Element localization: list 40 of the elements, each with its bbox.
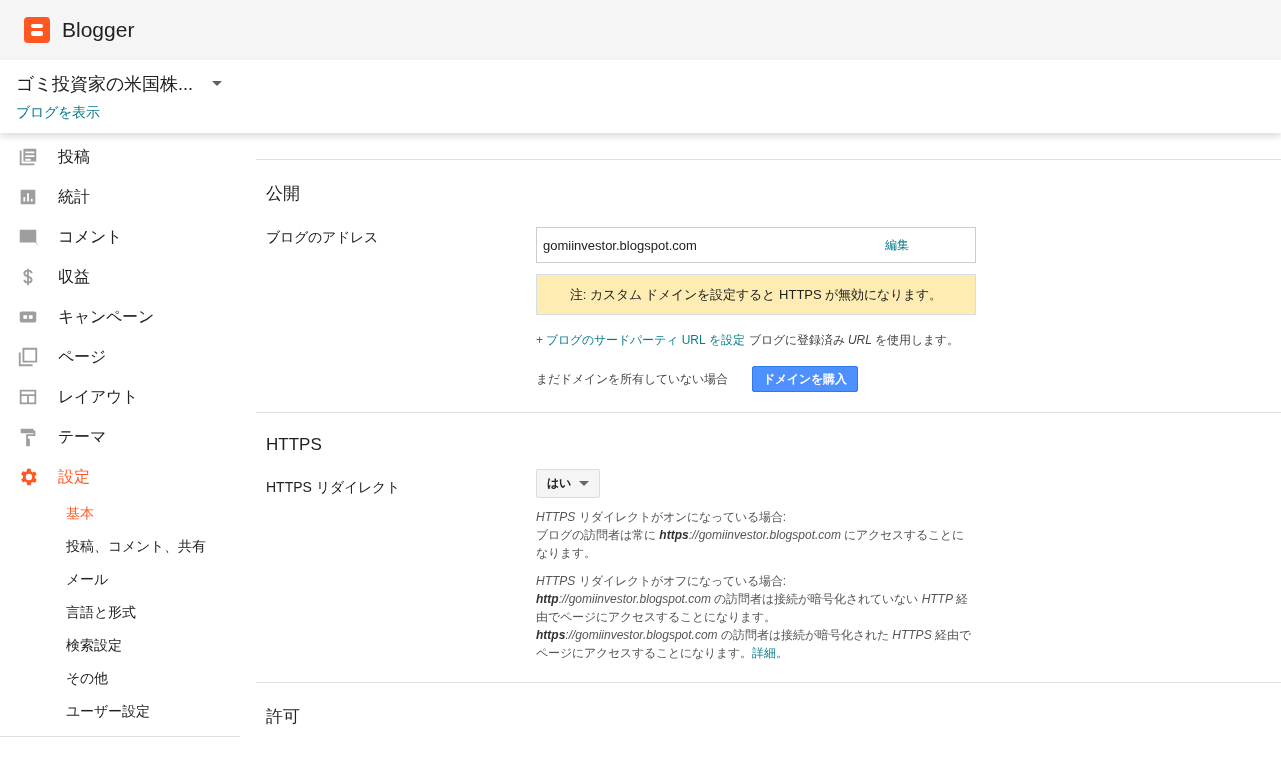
view-blog-link[interactable]: ブログを表示 <box>16 103 100 122</box>
help-text: まだドメインを所有していない場合 <box>536 370 728 388</box>
help-text: ブログに登録済み URL を使用します。 <box>748 332 960 349</box>
field-label: HTTPS リダイレクト <box>266 478 401 497</box>
caret-icon <box>212 81 222 86</box>
sidebar-subitem[interactable]: メール <box>0 563 240 596</box>
section-title: 公開 <box>266 183 301 205</box>
section-title: 許可 <box>266 706 301 728</box>
help-text: https://gomiinvestor.blogspot.com の訪問者は接続が暗号化された HTTPS 経由でページにアクセスすることになります。詳細。 <box>536 627 972 662</box>
app-name: Blogger <box>62 18 135 42</box>
sidebar-subitem[interactable]: 投稿、コメント、共有 <box>0 530 240 563</box>
section-title: HTTPS <box>266 435 323 455</box>
help-text: HTTPS リダイレクトがオンになっている場合: <box>536 509 787 526</box>
address-field[interactable]: gomiinvestor.blogspot.com 編集 <box>536 227 976 263</box>
sidebar-subitem[interactable]: その他 <box>0 662 240 695</box>
blog-title: ゴミ投資家の米国株... <box>16 72 193 96</box>
edit-link[interactable]: 編集 <box>885 236 909 254</box>
warning-note: 注: カスタム ドメインを設定すると HTTPS が無効になります。 <box>536 274 976 315</box>
sidebar-item[interactable]: ページ <box>0 337 240 377</box>
sidebar-item[interactable]: 統計 <box>0 177 240 217</box>
help-text: ブログの訪問者は常に https://gomiinvestor.blogspot.com にアクセスすることになります。 <box>536 527 966 562</box>
sidebar-item[interactable]: キャンペーン <box>0 297 240 337</box>
sidebar-item[interactable]: 収益 <box>0 257 240 297</box>
sidebar-item[interactable]: コメント <box>0 217 240 257</box>
third-party-url-link[interactable]: + ブログのサードパーティ URL を設定 <box>536 332 745 349</box>
help-text: HTTPS リダイレクトがオフになっている場合: <box>536 573 787 590</box>
redirect-dropdown[interactable]: はい <box>536 469 600 498</box>
details-link[interactable]: 詳細 <box>752 646 776 660</box>
sidebar-item[interactable]: 投稿 <box>0 137 240 177</box>
help-text: http://gomiinvestor.blogspot.com の訪問者は接続が暗号化されていない HTTP 経由でページにアクセスすることになります。 <box>536 591 970 626</box>
field-label: ブログのアドレス <box>266 228 379 247</box>
caret-icon <box>579 481 589 486</box>
sidebar-subitem[interactable]: ユーザー設定 <box>0 695 240 728</box>
sidebar-item[interactable]: テーマ <box>0 417 240 457</box>
sidebar-item[interactable]: レイアウト <box>0 377 240 417</box>
sidebar-subitem[interactable]: 検索設定 <box>0 629 240 662</box>
pages-icon <box>17 346 39 368</box>
sidebar-subitem[interactable]: 言語と形式 <box>0 596 240 629</box>
logo-icon <box>24 17 50 43</box>
posts-icon <box>17 146 39 168</box>
